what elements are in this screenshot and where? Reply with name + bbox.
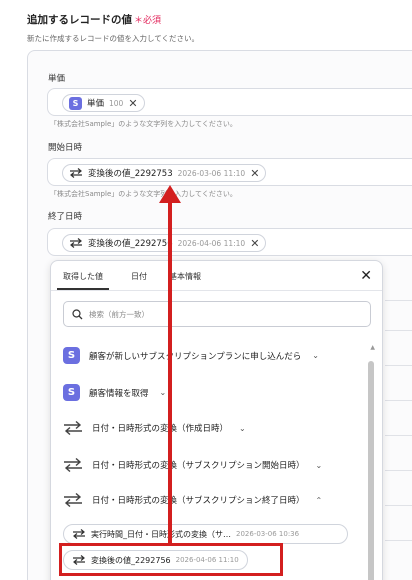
chevron-down-icon: ⌄ [159, 388, 167, 397]
list-item[interactable]: S 顧客が新しいサブスクリプションプランに申し込んだら ⌄ [63, 347, 319, 364]
background-divider [385, 330, 412, 331]
section-title-text: 追加するレコードの値 [27, 14, 132, 26]
required-mark: ＊必須 [134, 16, 162, 26]
chip-label: 変換後の値_2292753 [88, 169, 173, 179]
value-chip-unit-price[interactable]: S 単価 100 ✕ [62, 94, 145, 112]
field-label-end-datetime: 終了日時 [48, 212, 83, 222]
tab-date[interactable]: 日付 [131, 271, 147, 282]
value-picker-dropdown: 取得した値 日付 基本情報 ✕ 検索（前方一致） ▲ S 顧客が新しいサブスクリ… [50, 260, 383, 580]
list-item-label: 日付・日時形式の変換（作成日時） [92, 424, 229, 434]
background-divider [385, 505, 412, 506]
search-icon [72, 308, 83, 319]
unit-price-field[interactable]: S 単価 100 ✕ [47, 88, 412, 116]
chip-meta: 2026-03-06 11:10 [177, 168, 246, 178]
background-divider [385, 300, 412, 301]
value-chip-end-datetime[interactable]: 変換後の値_2292756 2026-04-06 11:10 ✕ [62, 234, 267, 252]
scrollbar[interactable] [368, 361, 374, 580]
chevron-down-icon: ⌄ [312, 351, 319, 360]
chip-label: 変換後の値_2292756 [88, 239, 173, 249]
swap-arrows-icon [64, 421, 82, 435]
close-icon[interactable]: ✕ [250, 168, 259, 179]
swap-arrows-icon [70, 168, 82, 178]
end-datetime-field[interactable]: 変換後の値_2292756 2026-04-06 11:10 ✕ [47, 228, 412, 256]
chip-meta: 2026-04-06 11:10 [177, 238, 246, 248]
tab-basic-info[interactable]: 基本情報 [169, 271, 201, 282]
service-logo-icon: S [63, 384, 80, 401]
search-input[interactable]: 検索（前方一致） [63, 301, 371, 327]
chevron-down-icon: ⌄ [315, 460, 323, 470]
swap-arrows-icon [70, 238, 82, 248]
service-logo-icon: S [69, 96, 82, 110]
field-label-unit-price: 単価 [48, 74, 66, 84]
list-item[interactable]: 日付・日時形式の変換（サブスクリプション開始日時） ⌄ [63, 458, 322, 472]
value-option[interactable]: 実行時間_日付・日時形式の変換（サ… 2026-03-06 10:36 [63, 524, 348, 544]
close-icon[interactable]: ✕ [250, 238, 259, 249]
swap-arrows-icon [64, 458, 82, 472]
background-divider [385, 365, 412, 366]
swap-arrows-icon [73, 529, 85, 539]
list-item[interactable]: S 顧客情報を取得 ⌄ [63, 384, 166, 401]
annotation-arrow-icon [159, 185, 181, 203]
chevron-down-icon: ⌄ [239, 423, 246, 433]
section-subtitle: 新たに作成するレコードの値を入力してください。 [27, 34, 200, 43]
option-label: 実行時間_日付・日時形式の変換（サ… [91, 529, 231, 539]
list-item-label: 日付・日時形式の変換（サブスクリプション開始日時） [92, 461, 305, 471]
list-item-label: 日付・日時形式の変換（サブスクリプション終了日時） [92, 496, 305, 506]
field-hint: 「株式会社Sample」のような文字列を入力してください。 [50, 120, 237, 128]
chevron-up-icon: ⌃ [315, 495, 323, 505]
background-divider [385, 540, 412, 541]
search-placeholder: 検索（前方一致） [89, 309, 149, 319]
option-meta: 2026-03-06 10:36 [236, 530, 300, 538]
service-logo-icon: S [63, 347, 80, 364]
close-icon[interactable]: ✕ [128, 98, 137, 109]
field-label-start-datetime: 開始日時 [48, 143, 83, 153]
picker-tabs: 取得した値 日付 基本情報 ✕ [51, 261, 382, 291]
tab-acquired-values[interactable]: 取得した値 [57, 271, 109, 290]
field-hint: 「株式会社Sample」のような文字列を入力してください。 [50, 190, 237, 198]
list-item-label: 顧客情報を取得 [89, 388, 149, 399]
annotation-highlight-box [59, 543, 283, 576]
swap-arrows-icon [64, 493, 82, 507]
list-item-label: 顧客が新しいサブスクリプションプランに申し込んだら [89, 351, 302, 362]
chip-label: 単価 [87, 99, 105, 109]
background-divider [385, 400, 412, 401]
close-icon[interactable]: ✕ [360, 268, 372, 284]
list-item[interactable]: 日付・日時形式の変換（作成日時） ⌄ [63, 421, 246, 435]
annotation-arrow-shaft [168, 200, 172, 546]
value-chip-start-datetime[interactable]: 変換後の値_2292753 2026-03-06 11:10 ✕ [62, 164, 267, 182]
background-divider [385, 470, 412, 471]
section-title: 追加するレコードの値 ＊必須 [27, 12, 161, 27]
scroll-up-icon[interactable]: ▲ [370, 344, 375, 351]
start-datetime-field[interactable]: 変換後の値_2292753 2026-03-06 11:10 ✕ [47, 158, 412, 186]
background-divider [385, 435, 412, 436]
chip-meta: 100 [109, 98, 124, 108]
list-item[interactable]: 日付・日時形式の変換（サブスクリプション終了日時） ⌃ [63, 493, 322, 507]
